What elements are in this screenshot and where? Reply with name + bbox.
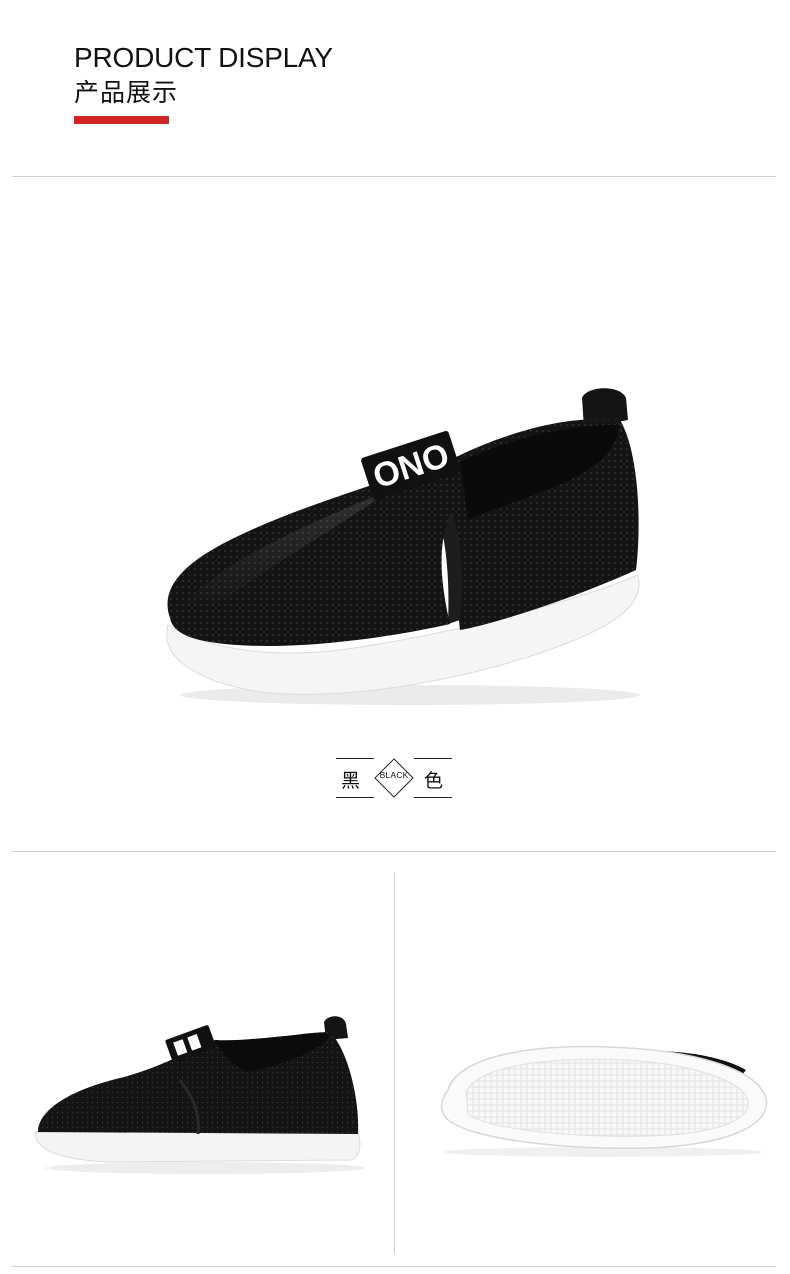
main-shoe-image: ONO: [166, 388, 640, 705]
page-title-en: PRODUCT DISPLAY: [74, 42, 333, 73]
divider-top: [12, 176, 776, 177]
side-view-image: [34, 1016, 365, 1174]
color-name-cn-right: 色: [424, 770, 444, 792]
color-name-cn-left: 黑: [341, 770, 361, 792]
page-title-cn: 产品展示: [74, 78, 179, 107]
sole-view-image: [440, 1045, 768, 1157]
title-underline-bar: [74, 116, 169, 124]
divider-bottom: [12, 1266, 776, 1267]
color-name-en: BLACK: [379, 770, 409, 780]
divider-middle: [12, 851, 776, 852]
vertical-divider: [394, 872, 395, 1254]
color-option-label: 黑 BLACK 色: [336, 756, 452, 800]
